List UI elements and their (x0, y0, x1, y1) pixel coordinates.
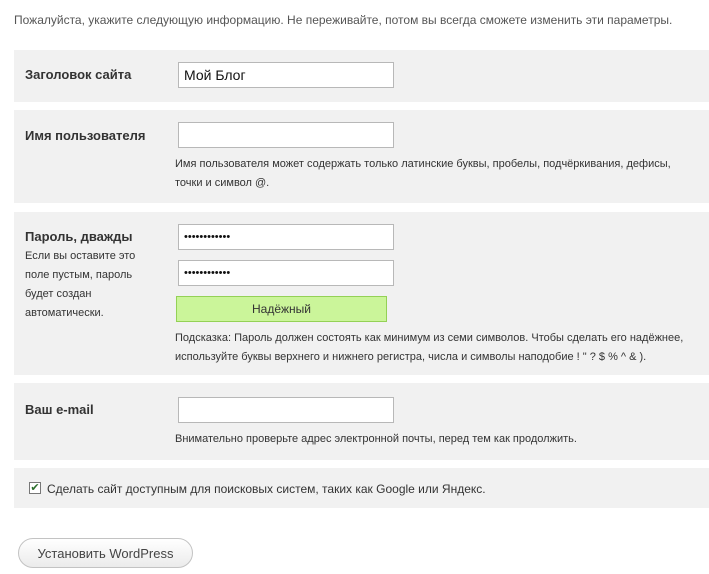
site-title-label: Заголовок сайта (25, 67, 132, 82)
username-input[interactable] (178, 122, 394, 148)
install-wordpress-button[interactable]: Установить WordPress (18, 538, 193, 568)
password-note-line: Если вы оставите это (25, 250, 136, 262)
password-confirm-input[interactable]: •••••••••••• (178, 260, 394, 286)
email-label: Ваш e-mail (25, 402, 94, 417)
username-hint-line1: Имя пользователя может содержать только … (175, 158, 671, 170)
password-input[interactable]: •••••••••••• (178, 224, 394, 250)
password-row: Пароль, дважды Если вы оставите это поле… (14, 212, 709, 375)
site-title-input[interactable] (178, 62, 394, 88)
privacy-row: ✔ Сделать сайт доступным для поисковых с… (14, 468, 709, 508)
intro-text: Пожалуйста, укажите следующую информацию… (14, 13, 673, 27)
checkmark-icon: ✔ (30, 482, 40, 494)
password-strength-indicator: Надёжный (176, 296, 387, 322)
username-label: Имя пользователя (25, 128, 146, 143)
email-row: Ваш e-mail Внимательно проверьте адрес э… (14, 383, 709, 460)
username-hint-line2: точки и символ @. (175, 177, 270, 189)
privacy-label: Сделать сайт доступным для поисковых сис… (47, 482, 486, 496)
password-hint-line2: используйте буквы верхнего и нижнего рег… (175, 351, 647, 363)
email-hint: Внимательно проверьте адрес электронной … (175, 433, 577, 445)
username-row: Имя пользователя Имя пользователя может … (14, 110, 709, 203)
email-input[interactable] (178, 397, 394, 423)
password-note-line: поле пустым, пароль (25, 269, 133, 281)
password-hint-line1: Подсказка: Пароль должен состоять как ми… (175, 332, 684, 344)
password-note-line: будет создан (25, 288, 92, 300)
password-note-line: автоматически. (25, 307, 104, 319)
password-label: Пароль, дважды (25, 229, 133, 244)
site-title-row: Заголовок сайта (14, 50, 709, 102)
privacy-checkbox[interactable]: ✔ (29, 482, 41, 494)
